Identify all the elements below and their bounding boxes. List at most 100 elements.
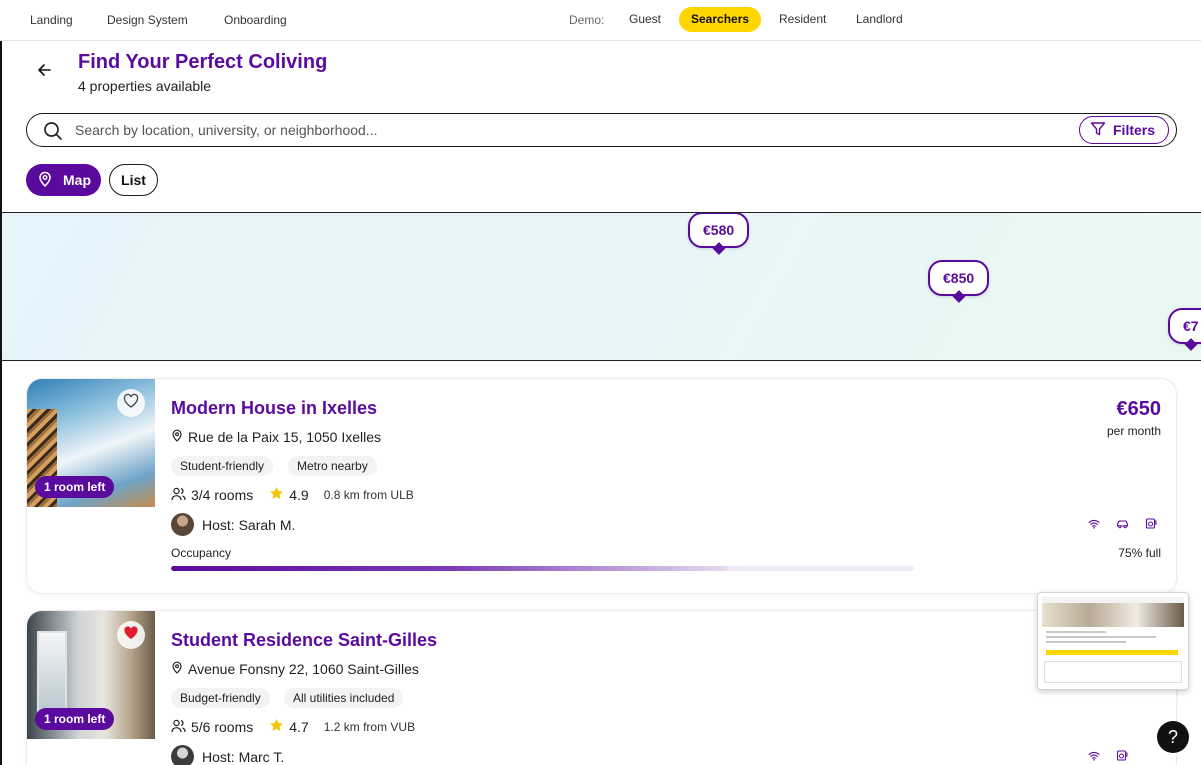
search-bar: Filters (26, 113, 1177, 147)
filters-button[interactable]: Filters (1079, 116, 1169, 144)
rating-text: 4.9 (289, 487, 309, 503)
rating-stat: 4.9 (269, 486, 309, 504)
property-stats: 5/6 rooms 4.7 1.2 km from VUB (171, 718, 415, 736)
occupancy-value: 75% full (1118, 546, 1161, 560)
star-icon (269, 718, 284, 736)
demo-resident[interactable]: Resident (767, 7, 838, 32)
map-pin-price: €7 (1183, 318, 1199, 334)
rooms-text: 3/4 rooms (191, 487, 254, 503)
back-button[interactable] (32, 60, 56, 84)
nav-link-design-system[interactable]: Design System (107, 13, 188, 27)
pin-marker-icon (1184, 338, 1198, 351)
help-button[interactable]: ? (1157, 721, 1189, 753)
left-border (0, 41, 2, 765)
arrow-left-icon (37, 63, 51, 82)
property-tag: Student-friendly (171, 456, 274, 476)
list-view-button[interactable]: List (109, 164, 158, 196)
thumbnail-line (1046, 636, 1156, 638)
demo-searchers[interactable]: Searchers (679, 7, 762, 32)
pin-marker-icon (712, 242, 725, 255)
list-view-label: List (121, 172, 146, 188)
users-icon (171, 487, 186, 504)
search-icon (43, 121, 63, 146)
occupancy-label: Occupancy (171, 546, 232, 560)
washer-icon (1145, 518, 1157, 529)
heart-filled-icon (123, 625, 139, 646)
location-pin-icon (171, 429, 183, 445)
rooms-stat: 5/6 rooms (171, 719, 253, 736)
availability-badge: 1 room left (35, 708, 115, 730)
avatar (171, 513, 194, 536)
property-photo[interactable]: 1 room left (27, 379, 155, 507)
property-stats: 3/4 rooms 4.9 0.8 km from ULB (171, 486, 414, 504)
wifi-icon (1088, 751, 1100, 761)
availability-badge: 1 room left (35, 476, 115, 498)
map-pin-price: €850 (943, 270, 975, 286)
property-card[interactable]: 1 room left Modern House in Ixelles Rue … (26, 378, 1177, 594)
users-icon (171, 719, 186, 736)
property-tag: All utilities included (284, 688, 404, 708)
search-input[interactable] (75, 119, 1055, 141)
map-price-pin[interactable]: €7 (1168, 308, 1201, 351)
demo-guest[interactable]: Guest (617, 7, 673, 32)
map-pin-price: €580 (703, 222, 735, 238)
demo-label: Demo: (569, 13, 605, 27)
thumbnail-image (1042, 603, 1184, 627)
map-pin-icon (37, 171, 53, 190)
car-icon (1116, 519, 1129, 529)
filter-icon (1090, 121, 1106, 140)
distance-text: 0.8 km from ULB (323, 488, 414, 502)
thumbnail-line (1046, 641, 1126, 643)
host-name: Host: Marc T. (202, 748, 285, 765)
screenshot-thumbnail[interactable] (1037, 592, 1189, 690)
thumbnail-line (1046, 631, 1106, 633)
rooms-stat: 3/4 rooms (171, 487, 253, 504)
thumbnail-highlight (1046, 650, 1178, 655)
star-icon (269, 486, 284, 504)
favorite-button[interactable] (117, 621, 145, 649)
host-name: Host: Sarah M. (202, 516, 296, 533)
property-tag: Budget-friendly (171, 688, 270, 708)
property-tag: Metro nearby (288, 456, 377, 476)
price-unit: per month (1106, 424, 1161, 438)
host-info: Host: Marc T. (171, 745, 284, 765)
host-info: Host: Sarah M. (171, 513, 295, 536)
pin-marker-icon (952, 290, 965, 303)
map-price-pin[interactable]: €850 (928, 260, 990, 303)
map-area[interactable]: €580 €850 €7 (2, 212, 1201, 361)
occupancy-bar-fill (171, 566, 729, 571)
washer-icon (1116, 750, 1128, 761)
map-price-pin[interactable]: €580 (688, 213, 750, 255)
rating-stat: 4.7 (269, 718, 309, 736)
location-pin-icon (171, 661, 183, 677)
property-name[interactable]: Student Residence Saint-Gilles (171, 630, 437, 651)
map-view-button[interactable]: Map (26, 164, 101, 196)
address-text: Avenue Fonsny 22, 1060 Saint-Gilles (188, 661, 419, 677)
heart-outline-icon (123, 393, 139, 414)
demo-landlord[interactable]: Landlord (844, 7, 915, 32)
property-count: 4 properties available (78, 78, 212, 94)
avatar (171, 745, 194, 765)
address-text: Rue de la Paix 15, 1050 Ixelles (188, 429, 382, 445)
map-view-label: Map (63, 172, 91, 188)
property-address: Avenue Fonsny 22, 1060 Saint-Gilles (171, 661, 419, 677)
thumbnail-box (1044, 661, 1182, 683)
property-address: Rue de la Paix 15, 1050 Ixelles (171, 429, 381, 445)
filters-label: Filters (1113, 122, 1156, 138)
nav-link-onboarding[interactable]: Onboarding (224, 13, 287, 27)
occupancy-bar (171, 566, 914, 571)
nav-link-landing[interactable]: Landing (30, 13, 73, 27)
favorite-button[interactable] (117, 389, 145, 417)
price: €650 (1116, 398, 1162, 420)
wifi-icon (1088, 519, 1100, 529)
page-title: Find Your Perfect Coliving (78, 51, 328, 73)
property-card[interactable]: 1 room left Student Residence Saint-Gill… (26, 610, 1177, 765)
property-name[interactable]: Modern House in Ixelles (171, 398, 377, 419)
amenity-icons (1088, 518, 1157, 529)
rating-text: 4.7 (289, 719, 309, 735)
property-photo[interactable]: 1 room left (27, 611, 155, 739)
amenity-icons (1088, 750, 1128, 761)
rooms-text: 5/6 rooms (191, 719, 254, 735)
top-nav-bar: Landing Design System Onboarding Demo: G… (0, 0, 1201, 41)
distance-text: 1.2 km from VUB (323, 720, 416, 734)
